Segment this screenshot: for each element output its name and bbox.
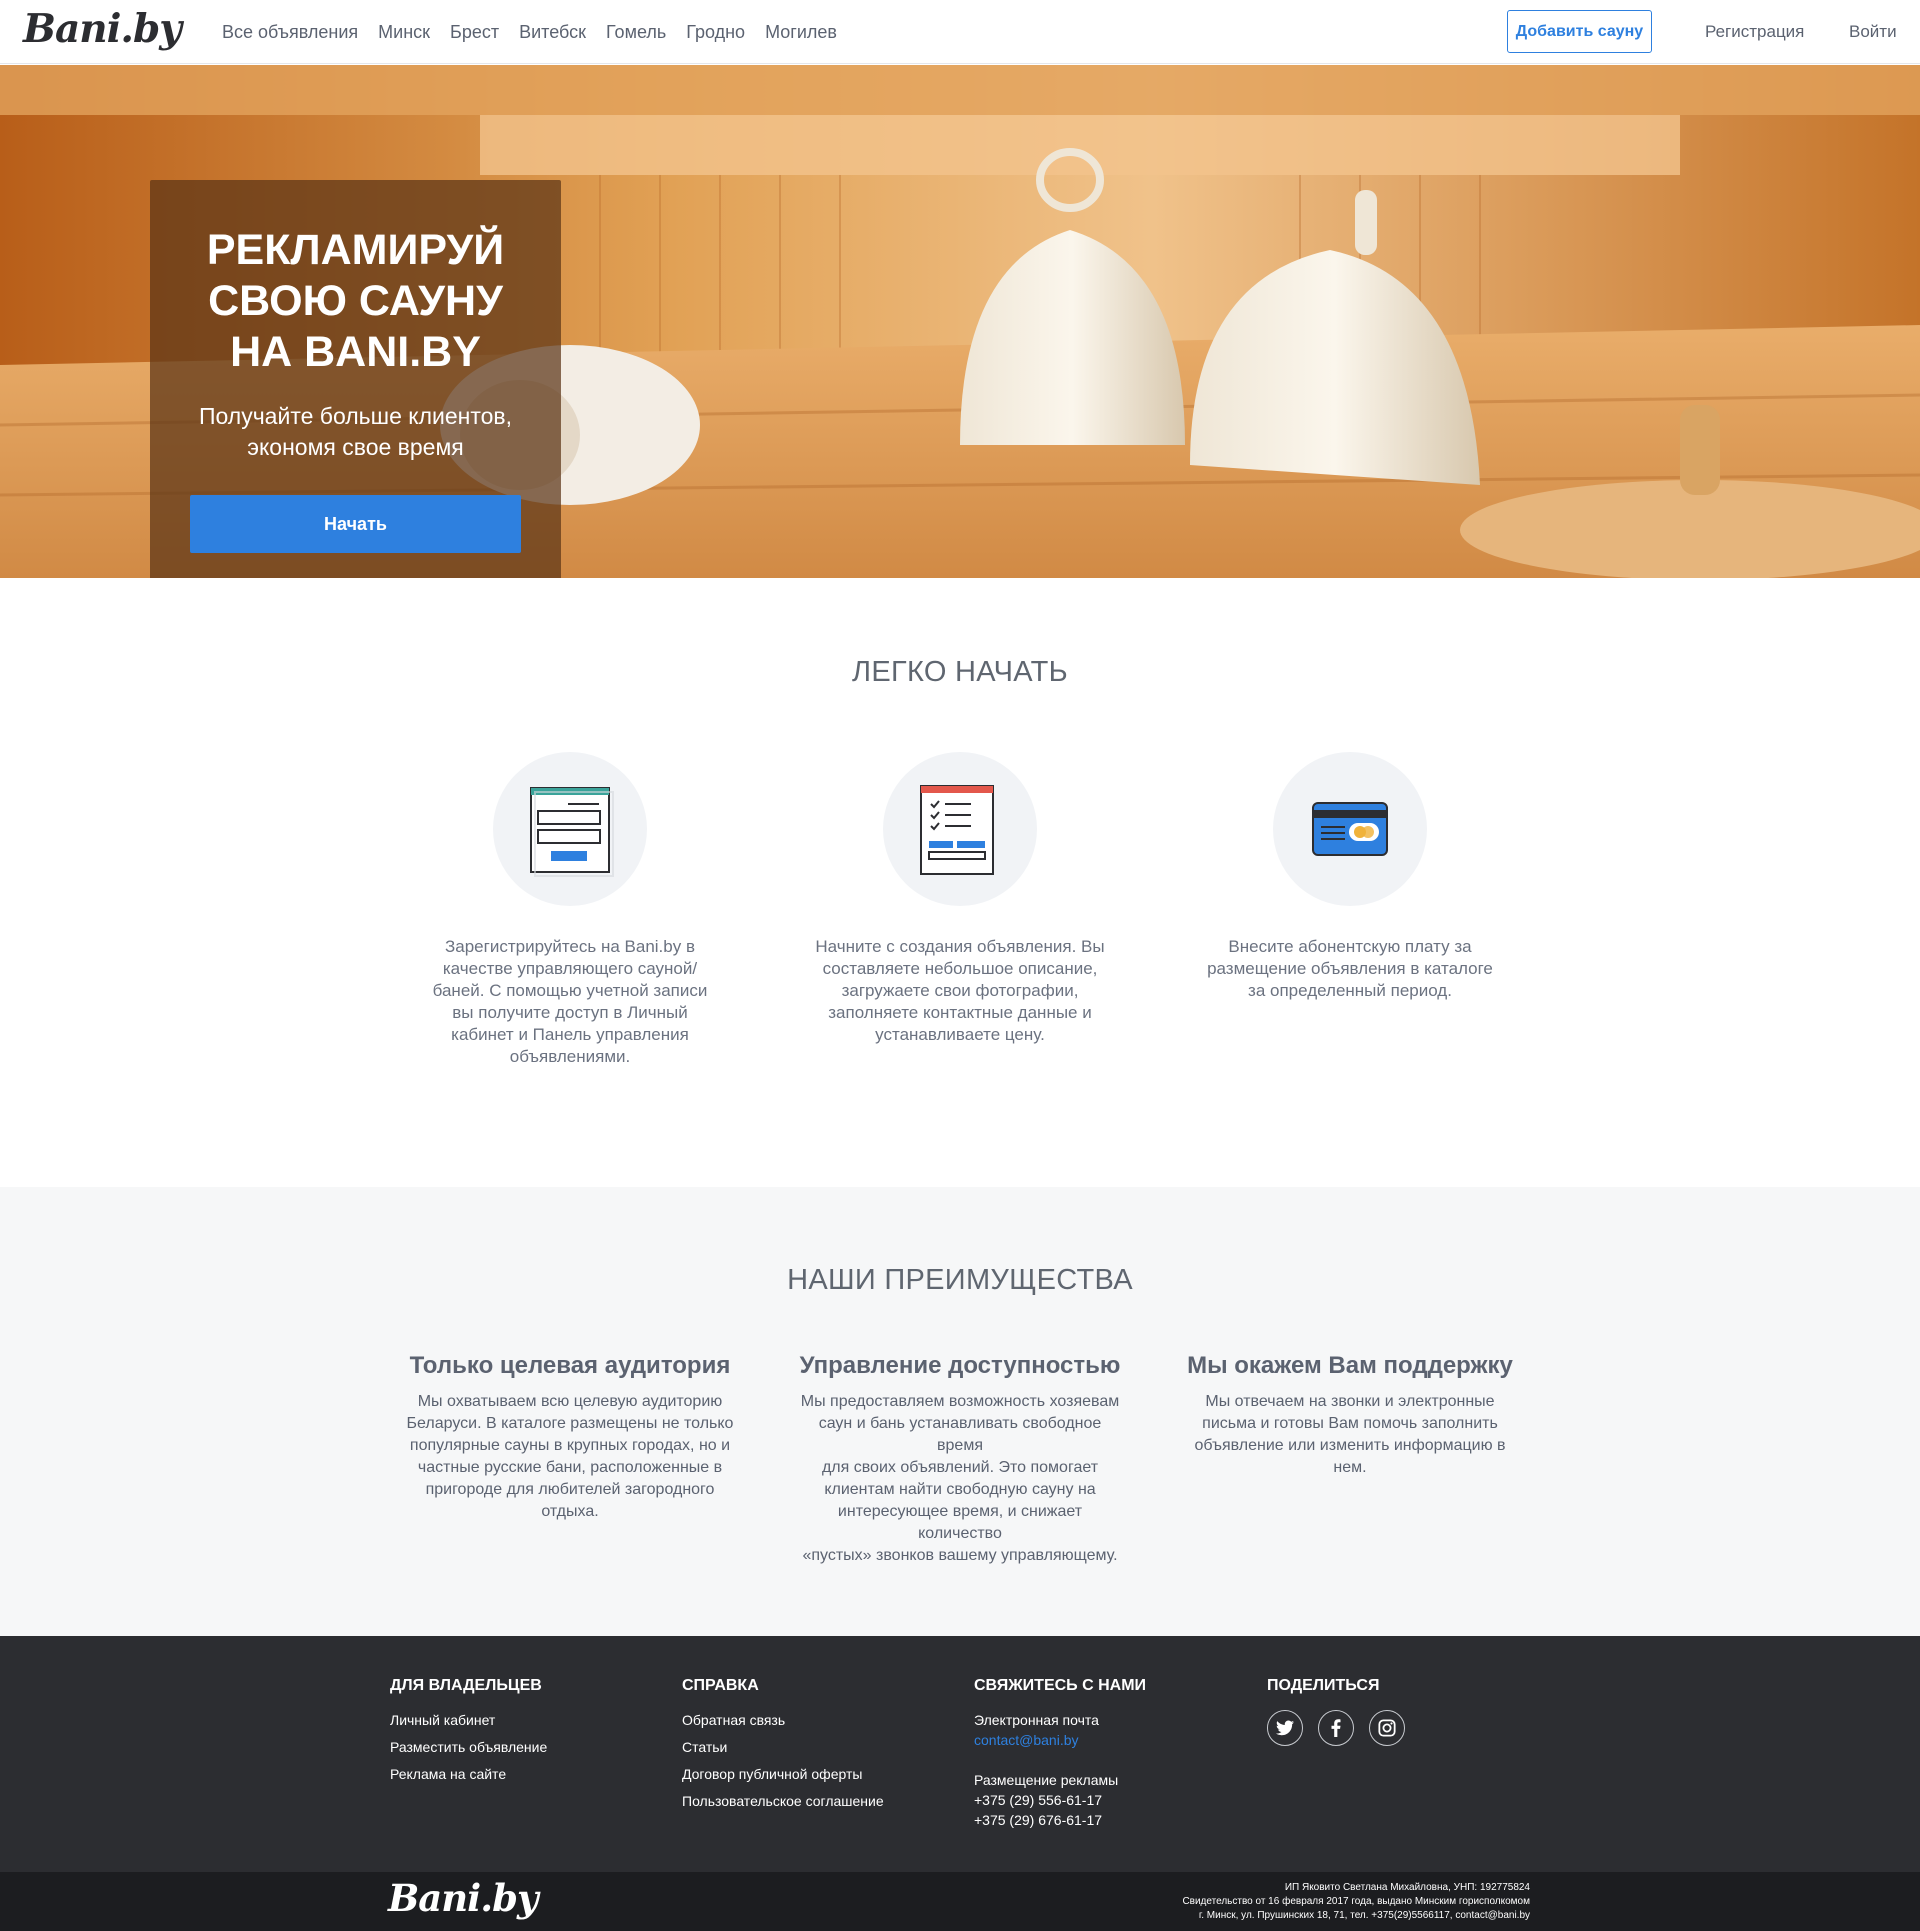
footer-link-articles[interactable]: Статьи: [682, 1739, 727, 1755]
footer-share-title: ПОДЕЛИТЬСЯ: [1267, 1677, 1380, 1694]
footer-help-title: СПРАВКА: [682, 1677, 759, 1694]
top-navbar: Bani.by Все объявления Минск Брест Витеб…: [0, 0, 1920, 64]
legal-line: Свидетельство от 16 февраля 2017 года, в…: [1182, 1896, 1530, 1907]
nav-link-minsk[interactable]: Минск: [368, 22, 440, 43]
advantage-text-line: пригороде для любителей загородного: [425, 1481, 715, 1498]
step-text-line: Начните с создания объявления. Вы: [815, 937, 1105, 956]
nav-link-mogilev[interactable]: Могилев: [755, 22, 847, 43]
site-logo[interactable]: Bani.by: [23, 6, 182, 52]
step-description: Внесите абонентскую плату за размещение …: [1200, 936, 1500, 1002]
advantage-text-line: интересующее время, и снижает количество: [837, 1503, 1083, 1542]
advantage-text-line: нем.: [1333, 1459, 1367, 1476]
add-sauna-button[interactable]: Добавить сауну: [1507, 10, 1652, 53]
legal-line: ИП Яковито Светлана Михайловна, УНП: 192…: [1284, 1882, 1530, 1893]
advantage-heading: Управление доступностью: [799, 1352, 1121, 1379]
footer-phone[interactable]: +375 (29) 676-61-17: [974, 1812, 1102, 1828]
instagram-icon[interactable]: [1369, 1710, 1405, 1746]
nav-link-grodno[interactable]: Гродно: [676, 22, 755, 43]
step-icon-circle: [1273, 752, 1427, 906]
step-text-line: загружаете свои фотографии,: [841, 981, 1079, 1000]
footer-owners-title: ДЛЯ ВЛАДЕЛЬЦЕВ: [390, 1677, 542, 1694]
advantage-text: Мы отвечаем на звонки и электронные пись…: [1185, 1391, 1515, 1479]
footer-link-feedback[interactable]: Обратная связь: [682, 1712, 785, 1728]
hero-banner: РЕКЛАМИРУЙ СВОЮ САУНУ НА BANI.BY Получай…: [0, 65, 1920, 578]
step-text-line: объявлениями.: [509, 1047, 631, 1066]
step-description: Зарегистрируйтесь на Bani.by в качестве …: [420, 936, 720, 1068]
advantages-title: НАШИ ПРЕИМУЩЕСТВА: [787, 1264, 1133, 1296]
advantage-text-line: саун и бань устанавливать свободное врем…: [818, 1415, 1102, 1454]
footer-link-offer[interactable]: Договор публичной оферты: [682, 1766, 862, 1782]
footer-phone[interactable]: +375 (29) 556-61-17: [974, 1792, 1102, 1808]
hero-title-line: НА BANI.BY: [230, 328, 481, 376]
nav-link-vitebsk[interactable]: Витебск: [509, 22, 596, 43]
start-button[interactable]: Начать: [190, 495, 521, 553]
step-text-line: Зарегистрируйтесь на Bani.by в: [445, 937, 695, 956]
advantage-text-line: популярные сауны в крупных городах, но и: [409, 1437, 731, 1454]
step-text-line: вы получите доступ в Личный: [452, 1003, 688, 1022]
facebook-icon[interactable]: [1318, 1710, 1354, 1746]
footer-email-link[interactable]: contact@bani.by: [974, 1732, 1079, 1748]
nav-link-gomel[interactable]: Гомель: [596, 22, 676, 43]
footer-ads-label: Размещение рекламы: [974, 1772, 1119, 1788]
step-text-line: баней. С помощью учетной записи: [432, 981, 708, 1000]
login-link[interactable]: Войти: [1849, 0, 1897, 64]
footer-email-label: Электронная почта: [974, 1712, 1099, 1728]
step-text-line: составляете небольшое описание,: [822, 959, 1098, 978]
legal-line: г. Минск, ул. Прушинских 18, 71, тел. +3…: [1198, 1910, 1530, 1921]
step-icon-circle: [493, 752, 647, 906]
advantage-text-line: Беларуси. В каталоге размещены не только: [406, 1415, 734, 1432]
footer-bottom: Bani.by ИП Яковито Светлана Михайловна, …: [0, 1872, 1920, 1931]
step-text-line: заполняете контактные данные и: [828, 1003, 1092, 1022]
hero-subtitle-line: экономя свое время: [247, 434, 464, 460]
footer-logo[interactable]: Bani.by: [388, 1876, 538, 1920]
step-text-line: устанавливаете цену.: [875, 1025, 1045, 1044]
twitter-icon[interactable]: [1267, 1710, 1303, 1746]
hero-subtitle-line: Получайте больше клиентов,: [198, 403, 513, 429]
hero-title-line: СВОЮ САУНУ: [208, 277, 503, 325]
checklist-document-icon: [920, 785, 994, 875]
advantage-text-line: клиентам найти свободную сауну на: [824, 1481, 1096, 1498]
step-text-line: кабинет и Панель управления: [451, 1025, 689, 1044]
advantage-text-line: частные русские бани, расположенные в: [417, 1459, 723, 1476]
step-text-line: качестве управляющего сауной/: [442, 959, 698, 978]
hero-subtitle: Получайте больше клиентов, экономя свое …: [150, 401, 561, 463]
advantage-text-line: «пустых» звонков вашему управляющему.: [802, 1547, 1118, 1564]
legal-info: ИП Яковито Светлана Михайловна, УНП: 192…: [930, 1881, 1530, 1923]
credit-card-icon: [1312, 802, 1388, 856]
advantage-text-line: Мы предоставляем возможность хозяевам: [800, 1393, 1120, 1410]
advantage-text-line: письма и готовы Вам помочь заполнить: [1202, 1415, 1498, 1432]
footer-link-agreement[interactable]: Пользовательское соглашение: [682, 1793, 884, 1809]
step-text-line: за определенный период.: [1248, 981, 1452, 1000]
step-text-line: размещение объявления в каталоге: [1207, 959, 1493, 978]
footer-link-cabinet[interactable]: Личный кабинет: [390, 1712, 495, 1728]
advantage-heading: Только целевая аудитория: [409, 1352, 731, 1379]
city-nav: Все объявления Минск Брест Витебск Гомел…: [212, 0, 847, 64]
footer-link-post-ad[interactable]: Разместить объявление: [390, 1739, 547, 1755]
advantage-text-line: Мы охватываем всю целевую аудиторию: [417, 1393, 723, 1410]
hero-promo-card: РЕКЛАМИРУЙ СВОЮ САУНУ НА BANI.BY Получай…: [150, 180, 561, 578]
advantage-text: Мы предоставляем возможность хозяевам са…: [795, 1391, 1125, 1567]
step-description: Начните с создания объявления. Вы состав…: [810, 936, 1110, 1046]
advantage-text-line: объявление или изменить информацию в: [1194, 1437, 1506, 1454]
step-text-line: Внесите абонентскую плату за: [1228, 937, 1472, 956]
nav-link-brest[interactable]: Брест: [440, 22, 509, 43]
advantage-text: Мы охватываем всю целевую аудиторию Бела…: [405, 1391, 735, 1523]
footer-link-advertising[interactable]: Реклама на сайте: [390, 1766, 506, 1782]
step-icon-circle: [883, 752, 1037, 906]
registration-form-icon: [530, 787, 614, 877]
advantage-heading: Мы окажем Вам поддержку: [1187, 1352, 1513, 1379]
footer-contact-title: СВЯЖИТЕСЬ С НАМИ: [974, 1677, 1147, 1694]
hero-title-line: РЕКЛАМИРУЙ: [206, 226, 505, 274]
advantage-text-line: для своих объявлений. Это помогает: [821, 1459, 1099, 1476]
advantage-text-line: отдыха.: [541, 1503, 599, 1520]
easy-start-title: ЛЕГКО НАЧАТЬ: [851, 656, 1069, 688]
footer: ДЛЯ ВЛАДЕЛЬЦЕВ Личный кабинет Разместить…: [0, 1636, 1920, 1872]
nav-link-all[interactable]: Все объявления: [212, 22, 368, 43]
register-link[interactable]: Регистрация: [1705, 0, 1804, 64]
hero-title: РЕКЛАМИРУЙ СВОЮ САУНУ НА BANI.BY: [150, 225, 561, 378]
advantage-text-line: Мы отвечаем на звонки и электронные: [1205, 1393, 1495, 1410]
